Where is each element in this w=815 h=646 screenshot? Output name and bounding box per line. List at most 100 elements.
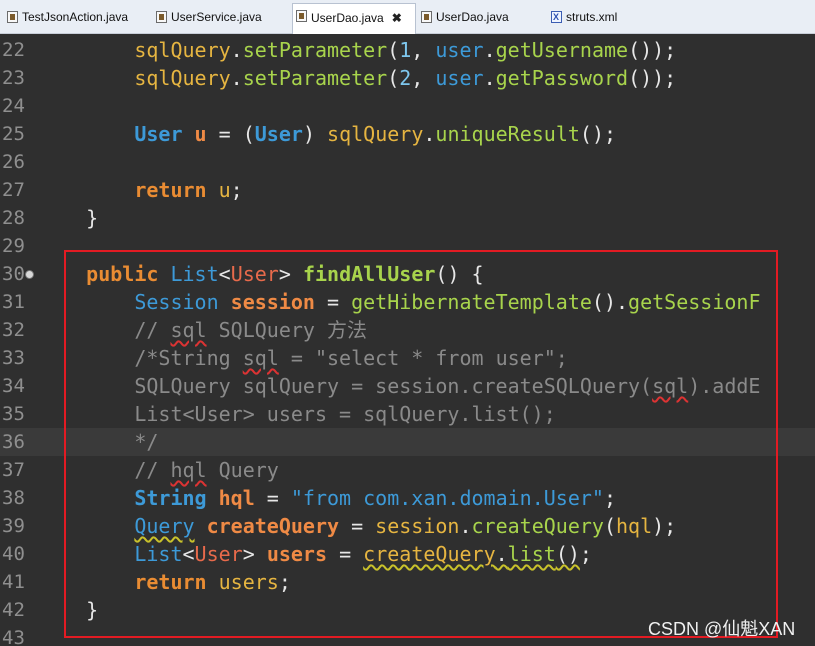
- code-token: u: [194, 122, 207, 146]
- code-line: 24: [0, 92, 815, 120]
- line-number: 39: [2, 515, 25, 537]
- line-number: 25: [2, 123, 25, 145]
- code-token: .: [483, 66, 496, 90]
- code-editor[interactable]: 22 sqlQuery.setParameter(1, user.getUser…: [0, 34, 815, 646]
- code-line: 22 sqlQuery.setParameter(1, user.getUser…: [0, 36, 815, 64]
- code-line: 26: [0, 148, 815, 176]
- code-token: );: [652, 514, 677, 538]
- code-line: 32 // sql SQLQuery 方法: [0, 316, 815, 344]
- code-line: 39 Query createQuery = session.createQue…: [0, 512, 815, 540]
- code-line: 41 return users;: [0, 568, 815, 596]
- close-tab-icon[interactable]: ✖: [392, 11, 402, 25]
- code-token: users: [218, 570, 279, 594]
- watermark: CSDN @仙魁XAN: [648, 619, 796, 639]
- code-text: Session session = getHibernateTemplate()…: [38, 288, 760, 316]
- editor-tab-bar: TestJsonAction.java UserService.java UserD…: [0, 0, 815, 34]
- code-text: sqlQuery.setParameter(1, user.getUsernam…: [38, 36, 676, 64]
- code-line: 31 Session session = getHibernateTemplat…: [0, 288, 815, 316]
- java-file-icon: [296, 10, 307, 22]
- tab-userdao-java[interactable]: UserDao.java: [418, 5, 509, 32]
- code-token: user: [435, 66, 484, 90]
- code-token: .: [230, 38, 243, 62]
- code-token: ();: [579, 122, 617, 146]
- code-token: sql: [242, 346, 279, 370]
- line-number: 41: [2, 571, 25, 593]
- line-number: 32: [2, 319, 25, 341]
- code-token: ): [302, 122, 328, 146]
- tab-label: struts.xml: [566, 10, 618, 24]
- code-line: 23 sqlQuery.setParameter(2, user.getPass…: [0, 64, 815, 92]
- code-token: <: [218, 262, 231, 286]
- code-token: Query: [134, 514, 195, 538]
- code-token: Session: [134, 290, 219, 314]
- line-number: 27: [2, 179, 25, 201]
- code-token: findAllUser: [302, 262, 436, 286]
- code-token: ().: [591, 290, 629, 314]
- code-token: ).addE: [688, 374, 761, 398]
- code-token: .: [423, 122, 436, 146]
- code-token: =: [327, 542, 364, 566]
- code-text: User u = (User) sqlQuery.uniqueResult();: [38, 120, 616, 148]
- code-line: 33 /*String sql = "select * from user";: [0, 344, 815, 372]
- code-token: createQuery: [363, 542, 496, 566]
- code-token: return: [134, 178, 207, 202]
- tab-testjsonaction-java[interactable]: TestJsonAction.java: [4, 5, 128, 32]
- code-token: >: [242, 542, 267, 566]
- tab-userdao-java[interactable]: UserDao.java ✖: [292, 3, 416, 34]
- java-file-icon: [156, 11, 167, 23]
- code-text: }: [38, 596, 98, 624]
- code-token: String: [134, 486, 207, 510]
- code-token: User: [194, 542, 243, 566]
- code-token: setParameter: [242, 66, 388, 90]
- java-file-icon: [421, 11, 432, 23]
- code-token: ;: [278, 570, 291, 594]
- code-token: User: [230, 262, 279, 286]
- code-token: SQLQuery sqlQuery = session.createSQLQue…: [38, 374, 653, 398]
- code-token: 2: [399, 66, 412, 90]
- code-token: User: [134, 122, 183, 146]
- code-token: return: [134, 570, 207, 594]
- code-token: .: [495, 542, 508, 566]
- code-token: hql: [616, 514, 653, 538]
- code-token: User: [254, 122, 303, 146]
- tab-struts-xml[interactable]: struts.xml: [548, 5, 617, 32]
- code-token: ;: [579, 542, 592, 566]
- code-token: (: [387, 66, 400, 90]
- code-token: user: [435, 38, 484, 62]
- code-token: sqlQuery: [327, 122, 424, 146]
- code-token: ,: [411, 66, 436, 90]
- line-number: 38: [2, 487, 25, 509]
- fold-marker-icon[interactable]: [25, 270, 34, 279]
- code-token: sqlQuery: [134, 66, 231, 90]
- code-token: = "select * from user";: [278, 346, 568, 370]
- code-token: //: [38, 458, 171, 482]
- code-text: sqlQuery.setParameter(2, user.getPasswor…: [38, 64, 676, 92]
- code-text: public List<User> findAllUser() {: [38, 260, 483, 288]
- code-token: createQuery: [206, 514, 340, 538]
- code-token: */: [38, 430, 159, 454]
- code-line: 36 */: [0, 428, 815, 456]
- code-token: .: [459, 514, 472, 538]
- code-token: (): [555, 542, 580, 566]
- tab-userservice-java[interactable]: UserService.java: [153, 5, 262, 32]
- code-token: (: [603, 514, 617, 538]
- code-token: hql: [170, 458, 207, 482]
- code-text: }: [38, 204, 98, 232]
- line-number: 40: [2, 543, 25, 565]
- line-number: 29: [2, 235, 25, 257]
- code-token: }: [38, 206, 99, 230]
- java-file-icon: [7, 11, 18, 23]
- code-token: list: [507, 542, 556, 566]
- code-token: =: [339, 514, 376, 538]
- code-token: .: [483, 38, 496, 62]
- code-token: "from com.xan.domain.User": [290, 486, 604, 510]
- code-text: Query createQuery = session.createQuery(…: [38, 512, 676, 540]
- code-token: ;: [230, 178, 243, 202]
